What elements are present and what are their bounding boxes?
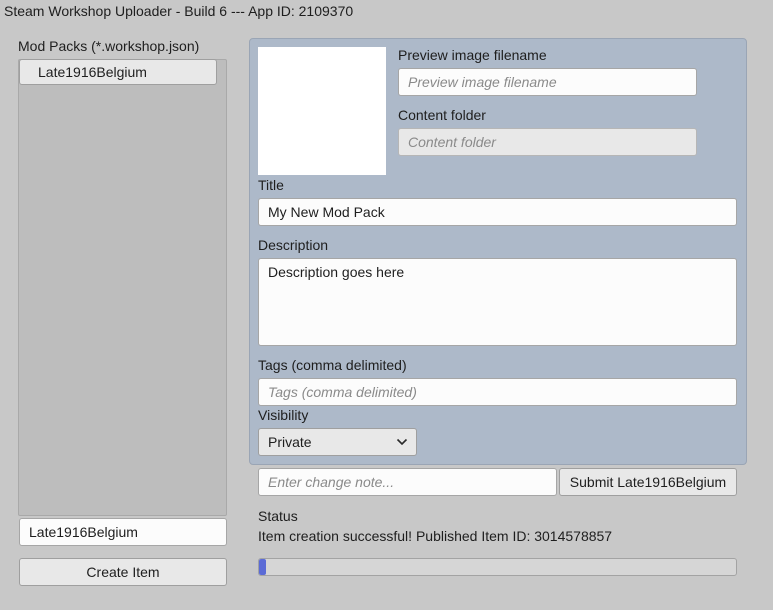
tags-placeholder: Tags (comma delimited)	[268, 384, 417, 400]
visibility-value: Private	[268, 434, 312, 450]
content-folder-label: Content folder	[398, 107, 486, 123]
description-textarea[interactable]: Description goes here	[258, 258, 737, 346]
title-label: Title	[258, 177, 284, 193]
preview-image-label: Preview image filename	[398, 47, 547, 63]
description-label: Description	[258, 237, 329, 253]
change-note-input[interactable]: Enter change note...	[258, 468, 557, 496]
change-note-placeholder: Enter change note...	[268, 474, 395, 490]
create-item-button-label: Create Item	[86, 564, 160, 580]
preview-image	[258, 47, 386, 175]
visibility-label: Visibility	[258, 407, 309, 423]
mod-pack-list[interactable]	[18, 59, 227, 516]
mod-pack-list-item[interactable]: Late1916Belgium	[19, 59, 217, 85]
progress-bar	[258, 558, 737, 576]
status-label: Status	[258, 508, 298, 524]
title-input[interactable]: My New Mod Pack	[258, 198, 737, 226]
mod-packs-header: Mod Packs (*.workshop.json)	[18, 38, 200, 54]
window-title: Steam Workshop Uploader - Build 6 --- Ap…	[4, 3, 354, 19]
content-folder-placeholder: Content folder	[408, 134, 496, 150]
tags-input[interactable]: Tags (comma delimited)	[258, 378, 737, 406]
submit-button[interactable]: Submit Late1916Belgium	[559, 468, 737, 496]
preview-image-input[interactable]: Preview image filename	[398, 68, 697, 96]
progress-fill	[259, 559, 266, 575]
submit-button-label: Submit Late1916Belgium	[569, 474, 727, 490]
content-folder-input[interactable]: Content folder	[398, 128, 697, 156]
create-item-button[interactable]: Create Item	[19, 558, 227, 586]
preview-image-placeholder: Preview image filename	[408, 74, 557, 90]
description-value: Description goes here	[268, 264, 405, 280]
status-message: Item creation successful! Published Item…	[258, 528, 613, 544]
visibility-dropdown[interactable]: Private	[258, 428, 417, 456]
mod-pack-list-item-label: Late1916Belgium	[38, 64, 147, 80]
mod-pack-name-value: Late1916Belgium	[29, 524, 138, 540]
tags-label: Tags (comma delimited)	[258, 357, 407, 373]
chevron-down-icon	[396, 438, 408, 446]
title-value: My New Mod Pack	[268, 204, 385, 220]
mod-pack-name-input[interactable]: Late1916Belgium	[19, 518, 227, 546]
